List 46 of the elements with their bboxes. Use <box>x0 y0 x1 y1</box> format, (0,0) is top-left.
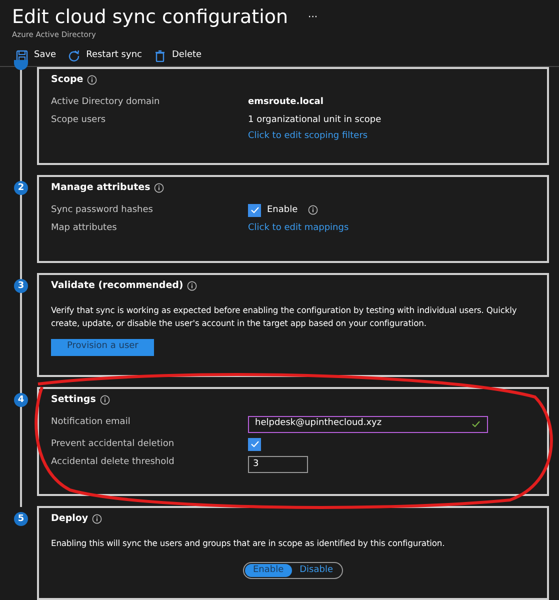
field-label: Accidental delete threshold <box>51 456 176 469</box>
edit-link[interactable]: Click to edit scoping filters <box>248 130 382 143</box>
more-button[interactable]: ··· <box>308 10 318 24</box>
checkbox[interactable] <box>248 204 261 217</box>
section-title: Deploy <box>51 512 88 526</box>
trash-icon <box>154 50 166 62</box>
check-icon <box>471 419 481 429</box>
threshold-field[interactable]: 3 <box>248 456 308 473</box>
toggle-switch[interactable]: Enable Disable <box>242 562 344 579</box>
page-title: Edit cloud sync configuration <box>12 5 288 29</box>
check-icon <box>250 439 260 449</box>
save-icon <box>16 50 28 62</box>
field-label: Active Directory domain <box>51 96 161 108</box>
field-label: Sync password hashes <box>51 204 154 216</box>
step-number: 5 <box>14 512 28 526</box>
info-icon <box>100 395 110 406</box>
section-description: Verify that sync is working as expected before enabling the configuration by testing with individual users. Quickly create, update, or disable the user's account in the target app based on your configuration. <box>51 304 518 330</box>
edit-link[interactable]: Click to edit mappings <box>248 222 349 236</box>
toggle-option[interactable]: Disable <box>292 564 342 577</box>
checkbox[interactable] <box>248 438 261 450</box>
check-icon <box>250 205 260 216</box>
section-description: Enabling this will sync the users and groups that are in scope as identified by this configuration. <box>51 536 446 550</box>
checkbox-label: Enable <box>267 204 298 216</box>
scope-value: 1 organizational unit in scope <box>248 114 382 127</box>
field-label: Scope users <box>51 114 107 127</box>
field-label: Prevent accidental deletion <box>51 438 176 450</box>
step-number: 4 <box>14 393 28 408</box>
field-label: Notification email <box>51 416 132 428</box>
toolbar-button[interactable]: Restart sync <box>68 49 142 62</box>
domain-value: emsroute.local <box>248 96 324 108</box>
section-title: Manage attributes <box>51 181 150 196</box>
toolbar-button[interactable]: Save <box>16 49 56 62</box>
info-icon <box>87 75 98 86</box>
field-label: Map attributes <box>51 222 118 235</box>
step-number: 2 <box>14 181 28 196</box>
info-icon <box>187 281 198 292</box>
step-number: 3 <box>14 279 28 294</box>
email-field[interactable]: helpdesk@upinthecloud.xyz <box>248 416 488 432</box>
refresh-icon <box>68 50 80 62</box>
step-marker <box>14 60 28 70</box>
section-title: Validate (recommended) <box>51 279 184 294</box>
toolbar-button[interactable]: Delete <box>154 49 202 62</box>
section-title: Settings <box>51 393 96 408</box>
info-icon <box>92 514 102 524</box>
info-icon <box>154 183 164 194</box>
section-title: Scope <box>51 73 84 88</box>
